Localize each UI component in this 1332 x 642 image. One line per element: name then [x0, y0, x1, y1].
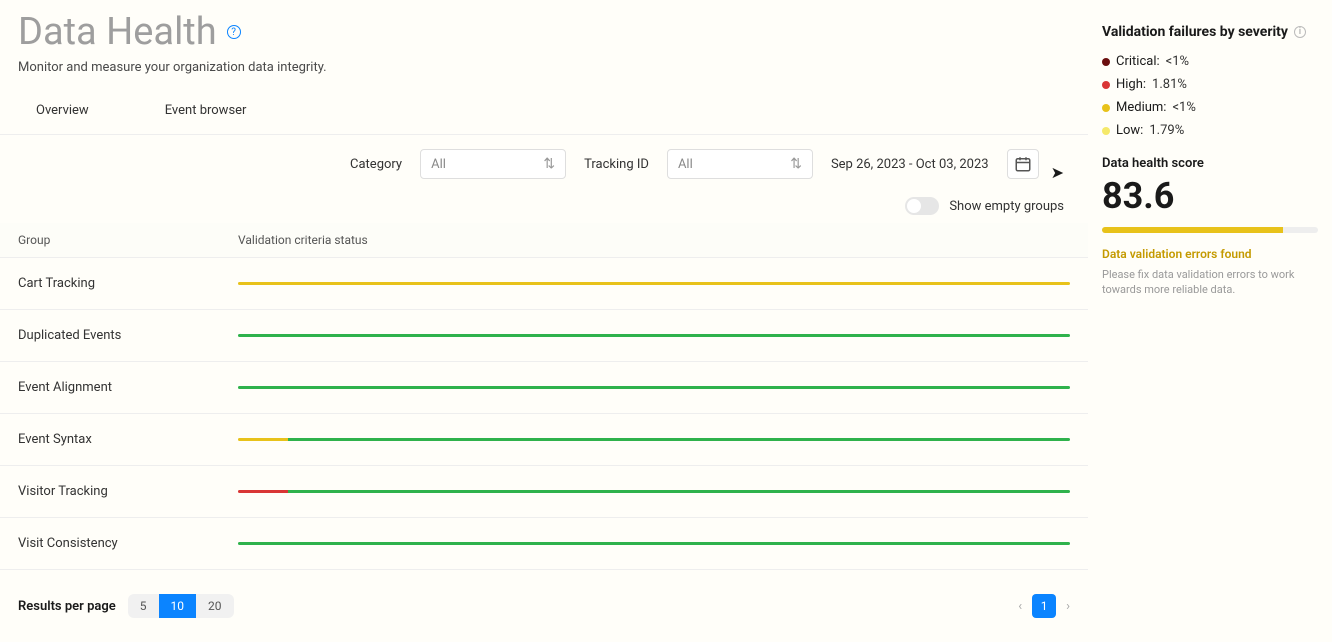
- results-per-page-group: 51020: [128, 594, 234, 618]
- column-header-status: Validation criteria status: [238, 233, 1070, 247]
- rpp-option-20[interactable]: 20: [196, 594, 234, 618]
- group-name: Visit Consistency: [18, 536, 238, 551]
- errors-found-sub: Please fix data validation errors to wor…: [1102, 267, 1318, 298]
- status-segment: [238, 282, 1070, 285]
- calendar-icon: [1014, 155, 1032, 173]
- date-range-display: Sep 26, 2023 - Oct 03, 2023: [831, 157, 989, 172]
- dot-icon: [1102, 81, 1110, 89]
- severity-critical: Critical: <1%: [1102, 54, 1318, 69]
- vf-title: Validation failures by severity: [1102, 24, 1288, 40]
- dot-icon: [1102, 104, 1110, 112]
- tracking-select-value: All: [678, 157, 693, 172]
- status-segment: [288, 438, 1070, 441]
- severity-value: <1%: [1166, 54, 1189, 69]
- chevron-updown-icon: ⇅: [543, 157, 555, 171]
- table-row[interactable]: Event Syntax: [0, 414, 1088, 466]
- status-segment: [238, 334, 1070, 337]
- dot-icon: [1102, 127, 1110, 135]
- group-name: Duplicated Events: [18, 328, 238, 343]
- calendar-button[interactable]: [1007, 149, 1039, 179]
- table-row[interactable]: Cart Tracking: [0, 258, 1088, 310]
- severity-low: Low: 1.79%: [1102, 123, 1318, 138]
- column-header-group: Group: [18, 233, 238, 247]
- results-per-page-label: Results per page: [18, 599, 116, 614]
- status-bar: [238, 438, 1070, 441]
- table-row[interactable]: Duplicated Events: [0, 310, 1088, 362]
- table-row[interactable]: Visitor Tracking: [0, 466, 1088, 518]
- severity-medium: Medium: <1%: [1102, 100, 1318, 115]
- severity-value: 1.81%: [1152, 77, 1187, 92]
- table-row[interactable]: Visit Consistency: [0, 518, 1088, 570]
- status-bar: [238, 490, 1070, 493]
- tab-overview[interactable]: Overview: [18, 97, 107, 124]
- show-empty-label: Show empty groups: [949, 199, 1064, 214]
- rpp-option-10[interactable]: 10: [159, 594, 197, 618]
- severity-label: Low:: [1116, 123, 1143, 138]
- status-bar: [238, 334, 1070, 337]
- info-icon[interactable]: i: [1294, 26, 1306, 38]
- data-health-score-value: 83.6: [1102, 175, 1318, 217]
- table-row[interactable]: Event Alignment: [0, 362, 1088, 414]
- group-name: Cart Tracking: [18, 276, 238, 291]
- rpp-option-5[interactable]: 5: [128, 594, 159, 618]
- category-select-value: All: [431, 157, 446, 172]
- tracking-select[interactable]: All ⇅: [667, 149, 813, 179]
- severity-value: <1%: [1172, 100, 1195, 115]
- status-segment: [288, 490, 1070, 493]
- pager-page-1[interactable]: 1: [1032, 594, 1056, 618]
- pager-prev[interactable]: ‹: [1018, 599, 1022, 614]
- status-segment: [238, 490, 288, 493]
- status-segment: [238, 386, 1070, 389]
- category-select[interactable]: All ⇅: [420, 149, 566, 179]
- status-segment: [238, 438, 288, 441]
- severity-label: Critical:: [1116, 54, 1160, 69]
- pager-next[interactable]: ›: [1066, 599, 1070, 614]
- severity-high: High: 1.81%: [1102, 77, 1318, 92]
- page-title: Data Health: [18, 10, 217, 54]
- score-bar-fill: [1102, 227, 1283, 233]
- status-bar: [238, 542, 1070, 545]
- help-icon[interactable]: ?: [227, 25, 241, 39]
- dot-icon: [1102, 58, 1110, 66]
- status-bar: [238, 282, 1070, 285]
- score-bar: [1102, 227, 1318, 233]
- severity-value: 1.79%: [1149, 123, 1184, 138]
- tracking-label: Tracking ID: [584, 157, 649, 172]
- status-segment: [238, 542, 1070, 545]
- status-bar: [238, 386, 1070, 389]
- group-name: Event Syntax: [18, 432, 238, 447]
- severity-label: Medium:: [1116, 100, 1166, 115]
- data-health-score-label: Data health score: [1102, 156, 1318, 171]
- tab-event-browser[interactable]: Event browser: [147, 97, 265, 124]
- page-subtitle: Monitor and measure your organization da…: [18, 60, 1070, 75]
- group-name: Event Alignment: [18, 380, 238, 395]
- severity-label: High:: [1116, 77, 1146, 92]
- group-name: Visitor Tracking: [18, 484, 238, 499]
- chevron-updown-icon: ⇅: [790, 157, 802, 171]
- category-label: Category: [350, 157, 402, 172]
- errors-found-message: Data validation errors found: [1102, 247, 1318, 261]
- show-empty-toggle[interactable]: [905, 197, 939, 215]
